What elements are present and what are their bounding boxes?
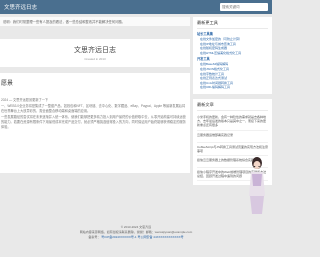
- tool-list: 站长工具集 在线文件加密的（可防止计算） 在线IP地址与城市查询工具 在线随机密…: [197, 31, 268, 90]
- main-content: 文思齐远日志 Created in 2013 愿景 2024 — 文思齐远愿景更…: [0, 29, 190, 173]
- tool-group-heading: 站长工具集: [197, 32, 213, 36]
- recent-post-link[interactable]: 小米手机的更新，会有一种隐性的需求就是去各种地方，去年最后发的版本只是其中之一，…: [197, 113, 268, 131]
- icp-link[interactable]: 粤ICP备2024XXXXXX号-1: [101, 235, 136, 239]
- footer-icp-prefix: 备案号：: [88, 235, 101, 239]
- page-header: 文思齐远日志 Created in 2013: [0, 39, 190, 67]
- recent-post-link[interactable]: CoffeeScript与JS转换工具测试页面的实现方法和注意事项: [197, 143, 268, 156]
- post-meta: [0, 90, 190, 94]
- tools-widget: 最新更工具 站长工具集 在线文件加密的（可防止计算） 在线IP地址与城市查询工具…: [193, 17, 272, 94]
- post-title[interactable]: 愿景: [0, 78, 190, 87]
- post-card: 愿景 2024 — 文思齐远愿景更新了一下 一、WEB3.0全业务将是集成了一整…: [0, 73, 190, 173]
- footer: © 2013-2024 文思齐远 网站内容来源网络，如有侵权请联系删除，谢谢！邮…: [0, 225, 272, 240]
- tools-widget-title: 最新更工具: [197, 20, 268, 29]
- page-subtitle: Created in 2013: [84, 57, 106, 61]
- recent-widget-title: 最新文章: [197, 102, 268, 111]
- tool-link[interactable]: 在线URL编码解码工具: [197, 85, 268, 90]
- post-body: 2024 — 文思齐远愿景更新了一下 一、WEB3.0全业务将是集成了一整套产品…: [0, 98, 186, 130]
- top-bar: 文思齐远日志: [0, 0, 272, 14]
- tool-link[interactable]: 在线HTML压缩美化格式化工具: [197, 51, 268, 56]
- recent-post-link[interactable]: 云服务器运维部署实践记录: [197, 131, 268, 143]
- post-paragraph: 一些发展路径的尝试将在未来逐渐并入统一体系，使我们能够把更多精力投入到用户最终的…: [1, 115, 186, 129]
- search-input[interactable]: [220, 3, 268, 11]
- footer-icp-line: 备案号： 粤ICP备2024XXXXXX号-1 粤公网安备 44XXXXXXXX…: [0, 235, 272, 240]
- post-paragraph: 2024 — 文思齐远愿景更新了一下: [1, 98, 49, 102]
- post-paragraph: 一、WEB3.0全业务将是集成了一整套产品，如钱包和NFT、区块链、去中心化、数…: [1, 104, 186, 113]
- tool-group-heading: 开发工具: [197, 57, 210, 62]
- page-title: 文思齐远日志: [74, 46, 116, 54]
- site-title[interactable]: 文思齐远日志: [4, 3, 37, 11]
- notice-bar: 说明：我们时常整理一些有人提及的看法，做一些总结和整改并不能解决任何问题。: [0, 17, 190, 26]
- police-record-link[interactable]: 粤公网安备 44XXXXXXXXXXXX号: [137, 235, 183, 239]
- character-illustration: [249, 157, 265, 214]
